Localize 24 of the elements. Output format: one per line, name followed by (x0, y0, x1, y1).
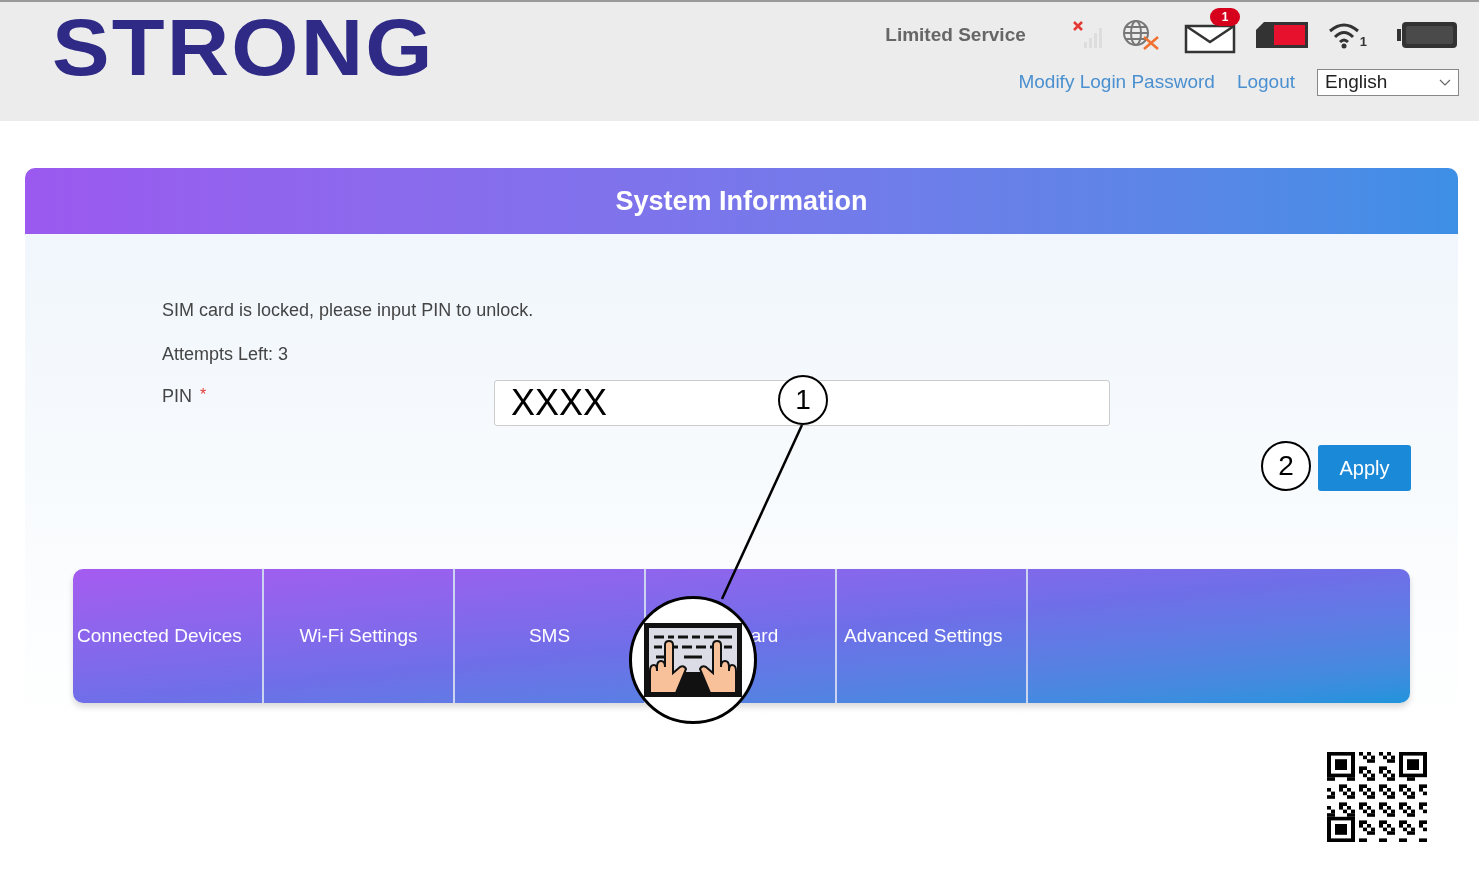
language-select[interactable]: English (1317, 68, 1459, 96)
nav-tile[interactable]: Advanced Settings (837, 569, 1028, 703)
required-mark: * (200, 385, 207, 405)
header-link[interactable]: Logout (1236, 68, 1295, 97)
wifi-icon (1327, 21, 1360, 49)
no-signal-icon (1071, 20, 1104, 50)
chevron-down-icon (1439, 78, 1451, 86)
nav-tile[interactable]: Wi-Fi Settings (264, 569, 455, 703)
unread-badge: 1 (1209, 8, 1241, 26)
panel-title: System Information (615, 184, 868, 218)
battery-icon (1397, 20, 1459, 50)
sim-card-icon (1253, 20, 1310, 50)
pin-label: PIN (162, 385, 192, 408)
status-text: Limited Service (885, 22, 1026, 47)
nav-tile[interactable]: Connected Devices (73, 569, 264, 703)
attempts-text: Attempts Left: 3 (162, 343, 290, 366)
apply-button[interactable]: Apply (1318, 445, 1411, 491)
mail-icon (1183, 24, 1236, 54)
typing-keyboard-icon (644, 623, 742, 697)
logo: STRONG (52, 8, 435, 94)
lock-message: SIM card is locked, please input PIN to unlock. (162, 299, 535, 322)
header-link[interactable]: Modify Login Password (1018, 68, 1215, 97)
qr-code-icon (1327, 752, 1427, 842)
wifi-client-count: 1 (1359, 35, 1367, 49)
